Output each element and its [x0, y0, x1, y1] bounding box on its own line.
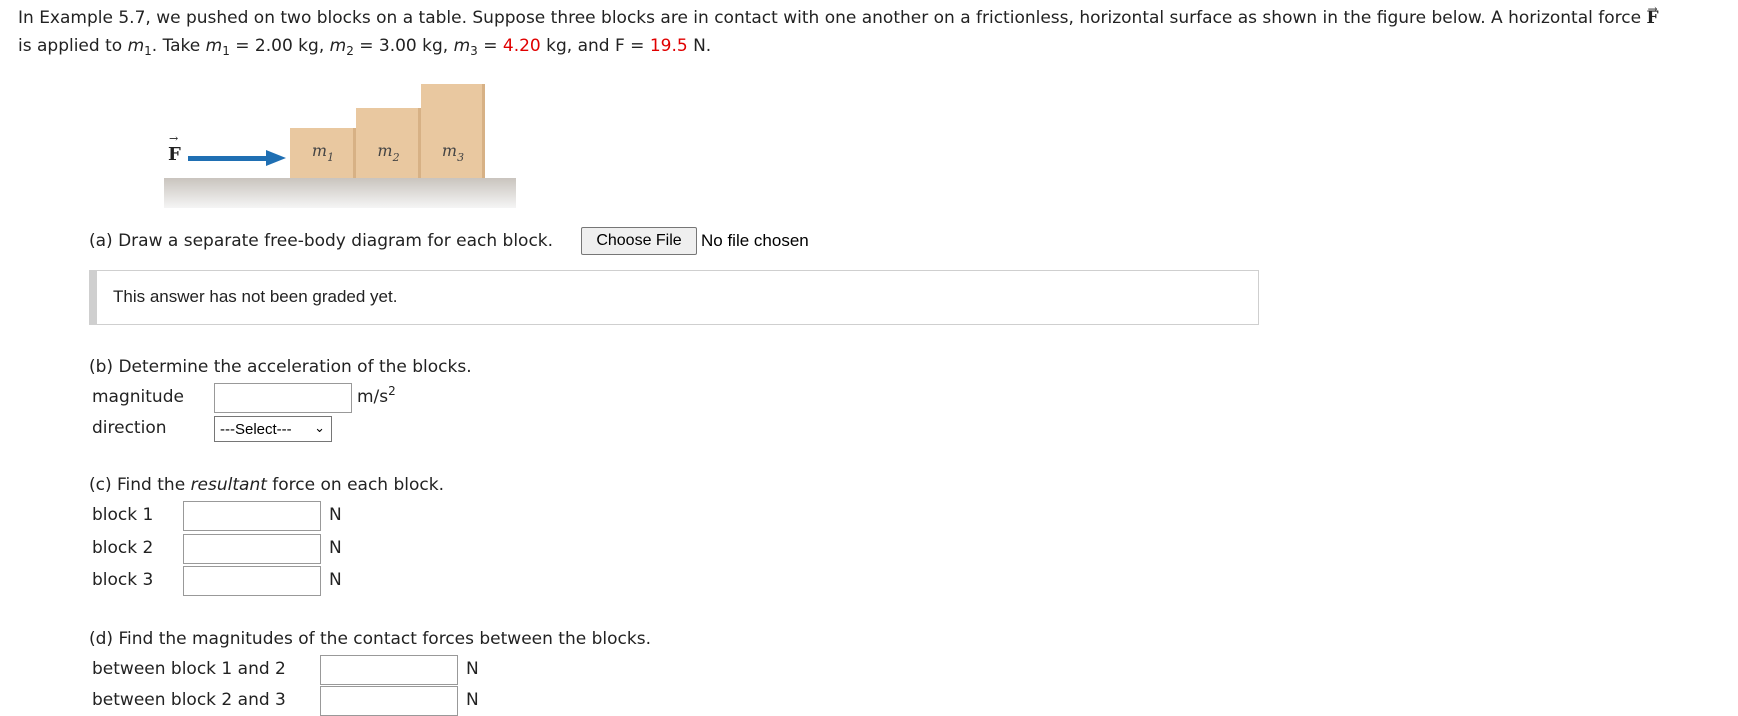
- direction-label: direction: [92, 418, 167, 438]
- part-c-emphasis: resultant: [190, 475, 267, 495]
- contact-23-label: between block 2 and 3: [92, 690, 286, 710]
- contact-12-unit: N: [466, 659, 479, 679]
- part-c-text: (c) Find the: [89, 475, 191, 495]
- acceleration-magnitude-input[interactable]: [214, 383, 352, 413]
- block-3-label: block 3: [92, 570, 154, 590]
- block-label-sub: 2: [392, 151, 400, 164]
- magnitude-label: magnitude: [92, 387, 184, 407]
- part-a-prompt: (a) Draw a separate free-body diagram fo…: [89, 231, 554, 251]
- vector-arrow-icon: →: [1647, 2, 1658, 16]
- m1-subscript: 1: [222, 44, 230, 58]
- and-f-text: kg, and F =: [540, 36, 650, 56]
- block-1-force-input[interactable]: [183, 501, 321, 531]
- problem-line-1: In Example 5.7, we pushed on two blocks …: [18, 2, 1659, 32]
- m1-value: = 2.00 kg,: [229, 36, 325, 56]
- block-3-force-input[interactable]: [183, 566, 321, 596]
- table-surface: [164, 178, 516, 208]
- force-label-text: F: [168, 144, 181, 165]
- part-d-prompt: (d) Find the magnitudes of the contact f…: [89, 629, 651, 649]
- part-c-text-end: force on each block.: [266, 475, 444, 495]
- m2-subscript: 2: [346, 44, 354, 58]
- unit-exponent: 2: [388, 384, 396, 398]
- unit-base: m/s: [357, 387, 389, 407]
- part-c-prompt: (c) Find the resultant force on each blo…: [89, 475, 444, 495]
- block-label: m: [377, 141, 393, 160]
- m-symbol: m: [453, 36, 471, 56]
- direction-select[interactable]: ---Select--- ⌄: [214, 416, 332, 442]
- vector-arrow-icon: →: [169, 132, 179, 145]
- force-arrow-icon: [266, 150, 286, 166]
- block-label-sub: 3: [457, 151, 465, 164]
- direction-selected-value: ---Select---: [220, 420, 292, 438]
- f-value: 19.5: [649, 36, 688, 56]
- problem-line-2: is applied to m1. Take m1 = 2.00 kg, m2 …: [18, 32, 1659, 60]
- block-2-force-input[interactable]: [183, 534, 321, 564]
- m3-subscript: 3: [470, 44, 478, 58]
- m-symbol: m: [127, 36, 145, 56]
- block-m1: m1: [290, 128, 356, 178]
- contact-23-unit: N: [466, 690, 479, 710]
- contact-force-23-input[interactable]: [320, 686, 458, 716]
- block-m2: m2: [356, 108, 421, 178]
- force-arrow-shaft: [188, 156, 268, 161]
- choose-file-button[interactable]: Choose File: [581, 227, 697, 255]
- problem-text-2: is applied to: [18, 36, 123, 56]
- problem-statement: In Example 5.7, we pushed on two blocks …: [18, 2, 1659, 60]
- contact-12-label: between block 1 and 2: [92, 659, 286, 679]
- take-text: . Take: [151, 36, 201, 56]
- acceleration-unit: m/s2: [357, 384, 396, 407]
- force-label: → F: [168, 132, 181, 165]
- m3-equals: =: [477, 36, 503, 56]
- problem-text-1: In Example 5.7, we pushed on two blocks …: [18, 8, 1642, 28]
- block-label: m: [441, 141, 458, 160]
- grading-status-text: This answer has not been graded yet.: [113, 287, 398, 306]
- m-symbol: m: [205, 36, 223, 56]
- block-2-label: block 2: [92, 538, 154, 558]
- block-1-label: block 1: [92, 505, 154, 525]
- block-3-unit: N: [329, 570, 342, 590]
- part-b-prompt: (b) Determine the acceleration of the bl…: [89, 357, 472, 377]
- block-2-unit: N: [329, 538, 342, 558]
- m-symbol: m: [329, 36, 347, 56]
- blocks-figure: → F m1 m2 m3: [164, 78, 524, 208]
- grading-status-box: This answer has not been graded yet.: [89, 270, 1259, 325]
- m3-value: 4.20: [502, 36, 541, 56]
- m1-subscript: 1: [144, 44, 152, 58]
- block-label-sub: 1: [327, 151, 335, 164]
- block-label: m: [311, 141, 328, 160]
- block-1-unit: N: [329, 505, 342, 525]
- f-unit: N.: [687, 36, 712, 56]
- block-m3: m3: [421, 84, 485, 178]
- file-status: No file chosen: [701, 231, 809, 250]
- force-vector-symbol: → F: [1646, 2, 1658, 28]
- m2-value: = 3.00 kg,: [353, 36, 449, 56]
- chevron-down-icon: ⌄: [314, 420, 325, 435]
- contact-force-12-input[interactable]: [320, 655, 458, 685]
